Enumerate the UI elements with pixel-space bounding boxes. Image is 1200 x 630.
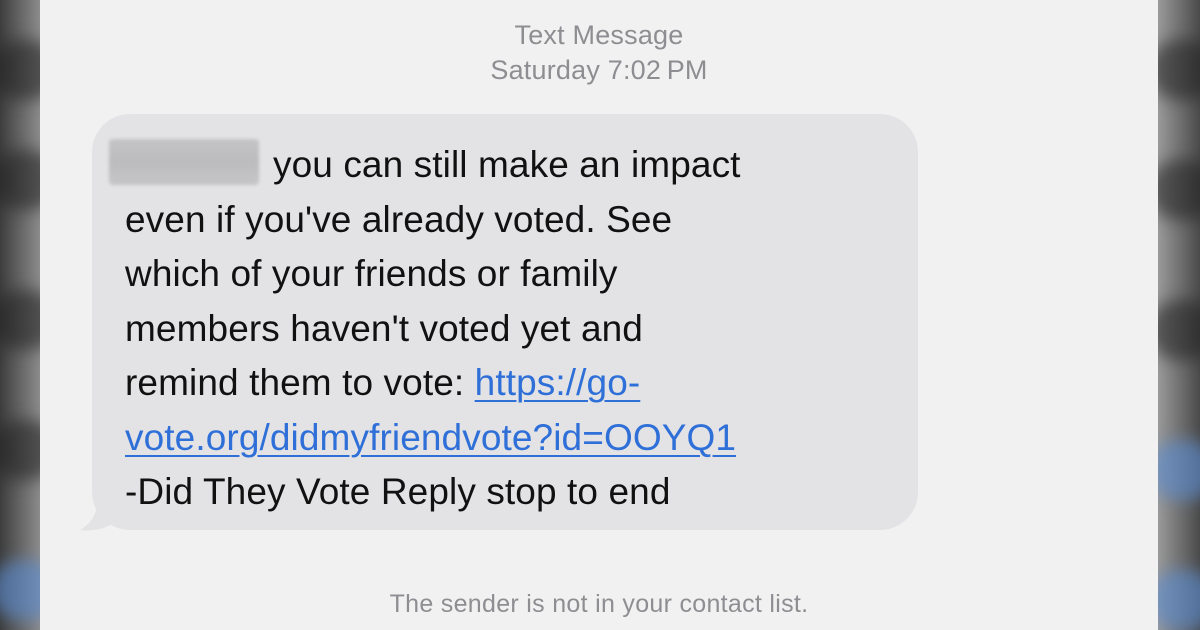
blur-smear [0, 290, 40, 350]
message-link[interactable]: https://go- [475, 362, 641, 403]
message-line-text: you can still make an impact [273, 144, 741, 185]
service-label: Text Message [514, 20, 684, 50]
messages-conversation-screen: Text Message Saturday 7:02 PM you can st… [40, 0, 1158, 630]
blur-smear [1158, 40, 1200, 100]
message-line: members haven't voted yet and [125, 307, 643, 349]
message-timestamp: Saturday 7:02 PM [490, 55, 708, 85]
blur-smear [0, 150, 40, 210]
message-line: you can still make an impact [109, 138, 898, 193]
message-body: you can still make an impact even if you… [109, 138, 898, 520]
conversation-header: Text Message Saturday 7:02 PM [40, 18, 1158, 88]
message-line: remind them to vote: https://go- [125, 356, 898, 411]
background-left-blur [0, 0, 40, 630]
blur-smear [0, 560, 40, 620]
message-line: -Did They Vote Reply stop to end [125, 471, 671, 512]
blur-smear [1158, 440, 1200, 500]
message-line: which of your friends or family [125, 253, 618, 294]
message-line: even if you've already voted. See [125, 198, 673, 240]
message-link-continued[interactable]: vote.org/didmyfriendvote?id=OOYQ1 [125, 417, 736, 458]
redacted-recipient-name [109, 139, 259, 185]
message-line: vote.org/didmyfriendvote?id=OOYQ1 [125, 411, 898, 466]
message-line-text: remind them to vote: [125, 362, 475, 403]
blur-smear [1158, 300, 1200, 360]
blur-smear [1158, 160, 1200, 220]
blur-smear [0, 420, 40, 480]
unknown-sender-notice: The sender is not in your contact list. [389, 590, 809, 618]
background-right-blur [1158, 0, 1200, 630]
blur-smear [0, 40, 40, 100]
blur-smear [1158, 570, 1200, 630]
incoming-message-bubble[interactable]: you can still make an impact even if you… [92, 114, 918, 530]
